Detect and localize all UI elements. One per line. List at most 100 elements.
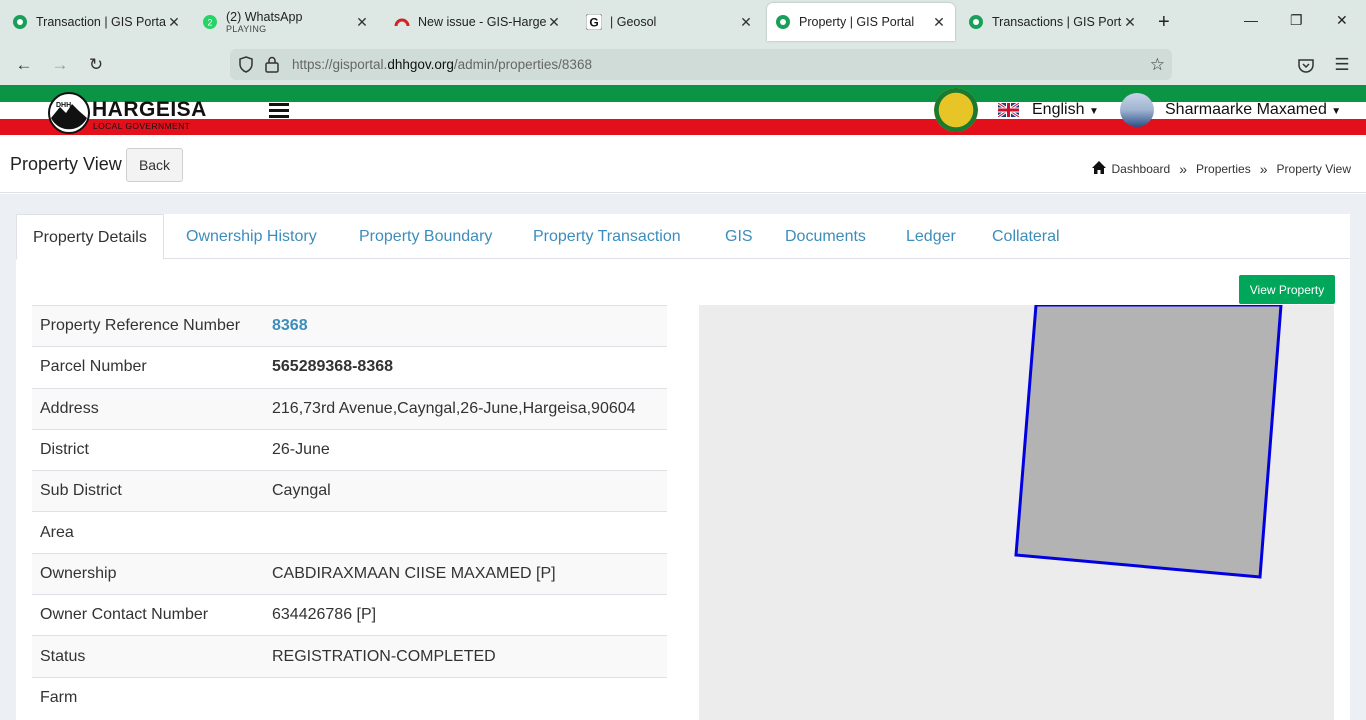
tab-subtitle: PLAYING [226,24,267,34]
row-value: 8368 [264,306,667,347]
whatsapp-icon: 2 [202,14,218,30]
property-details-table: Property Reference Number 8368 Parcel Num… [32,305,667,718]
user-name: Sharmaarke Maxamed [1165,101,1327,118]
row-label: Status [40,647,86,665]
minimize-icon[interactable]: — [1244,12,1258,28]
caret-down-icon: ▼ [1088,106,1099,117]
row-value [264,677,667,718]
row-label: Area [40,523,74,541]
gitlab-icon [394,14,410,30]
url-text[interactable]: https://gisportal.dhhgov.org/admin/prope… [292,57,592,72]
browser-tab-whatsapp[interactable]: 2 (2) WhatsApp PLAYING ✕ [194,4,378,40]
back-arrow-icon[interactable]: ← [13,54,35,76]
language-label: English [1032,101,1085,118]
restore-icon[interactable]: ❐ [1290,12,1303,29]
tab-documents[interactable]: Documents [769,214,882,259]
breadcrumb-separator: » [1259,161,1268,177]
uk-flag-icon[interactable] [997,101,1020,119]
breadcrumb-properties[interactable]: Properties [1196,162,1251,176]
browser-tab-geosol[interactable]: G | Geosol ✕ [578,4,762,40]
table-row: Parcel Number 565289368-8368 [32,346,667,388]
logo-mark[interactable]: DHH [48,92,92,139]
browser-tab-transaction[interactable]: Transaction | GIS Portal ✕ [4,4,190,40]
new-tab-icon[interactable]: + [1158,12,1170,32]
property-card: Property Details Ownership History Prope… [16,214,1350,720]
shield-icon[interactable] [238,56,254,78]
address-bar[interactable]: https://gisportal.dhhgov.org/admin/prope… [230,49,1172,80]
parcel-map-canvas[interactable] [699,305,1334,720]
table-row: Sub District Cayngal [32,470,667,512]
property-reference-link[interactable]: 8368 [272,317,308,334]
close-icon[interactable]: ✕ [546,14,562,31]
close-icon[interactable]: ✕ [166,14,182,31]
row-label: District [40,441,89,459]
table-row: Ownership CABDIRAXMAAN CIISE MAXAMED [P] [32,553,667,595]
tab-title: | Geosol [610,15,657,29]
menu-icon[interactable]: ☰ [1331,54,1353,76]
avatar[interactable] [1120,93,1154,127]
breadcrumb-dashboard[interactable]: Dashboard [1112,162,1171,176]
row-label: Farm [40,689,78,707]
table-row: Farm [32,677,667,718]
tab-title: Transaction | GIS Portal [36,15,166,29]
tab-property-details[interactable]: Property Details [16,214,164,260]
logo-text[interactable]: HARGEISA [92,99,207,120]
close-window-icon[interactable]: ✕ [1336,12,1348,29]
table-row: Address 216,73rd Avenue,Cayngal,26-June,H… [32,388,667,430]
header-stripe-red [0,119,1366,135]
row-value: Cayngal [272,482,331,500]
row-value: 565289368-8368 [272,358,394,376]
tab-property-transaction[interactable]: Property Transaction [517,214,697,259]
tab-ownership-history[interactable]: Ownership History [170,214,333,259]
row-value: 26-June [272,441,330,459]
tab-property-boundary[interactable]: Property Boundary [343,214,508,259]
forward-arrow-icon[interactable]: → [49,54,71,76]
tab-title: (2) WhatsApp [226,10,303,24]
government-emblem-icon [934,88,978,132]
row-label: Address [40,399,99,417]
lock-icon[interactable] [265,56,279,78]
browser-nav-bar: ← → ↻ https://gisportal.dhhgov.org/admin… [0,44,1366,85]
close-icon[interactable]: ✕ [354,14,370,31]
table-row: Property Reference Number 8368 [32,305,667,347]
caret-down-icon: ▼ [1331,106,1342,117]
browser-tab-property[interactable]: Property | GIS Portal ✕ [767,3,955,41]
gis-portal-icon [968,14,984,30]
tab-collateral[interactable]: Collateral [976,214,1076,259]
row-value: REGISTRATION-COMPLETED [272,647,496,665]
row-value [264,512,667,553]
back-button[interactable]: Back [126,148,183,182]
google-icon: G [586,14,602,30]
bookmark-star-icon[interactable]: ☆ [1150,55,1165,75]
close-icon[interactable]: ✕ [931,14,947,31]
table-row: Area [32,511,667,553]
tab-title: New issue - GIS-Hargesia [418,15,546,29]
gis-portal-icon [12,14,28,30]
home-icon [1091,161,1106,177]
parcel-map[interactable] [699,305,1334,720]
sidebar-toggle-icon[interactable] [269,103,289,121]
table-row: Status REGISTRATION-COMPLETED [32,635,667,678]
gis-portal-icon [775,14,791,30]
tab-title: Transactions | GIS Portal [992,15,1122,29]
url-prefix: https://gisportal. [292,57,388,72]
pocket-icon[interactable] [1295,54,1317,76]
reload-icon[interactable]: ↻ [85,54,107,76]
table-row: District 26-June [32,429,667,470]
content-header: Property View Back Dashboard » Propertie… [0,137,1366,193]
language-dropdown[interactable]: English ▼ [1032,101,1099,119]
url-path: /admin/properties/8368 [453,57,592,72]
row-label: Property Reference Number [40,317,241,335]
browser-tab-new-issue[interactable]: New issue - GIS-Hargesia ✕ [386,4,570,40]
parcel-polygon[interactable] [1014,305,1283,579]
breadcrumb-separator: » [1179,161,1188,177]
tab-gis[interactable]: GIS [709,214,769,259]
close-icon[interactable]: ✕ [738,14,754,31]
view-property-button[interactable]: View Property [1239,275,1335,304]
row-label: Ownership [40,564,117,582]
user-dropdown[interactable]: Sharmaarke Maxamed ▼ [1165,101,1341,119]
tab-ledger[interactable]: Ledger [890,214,972,259]
close-icon[interactable]: ✕ [1122,14,1138,31]
table-row: Owner Contact Number 634426786 [P] [32,594,667,636]
browser-tab-transactions[interactable]: Transactions | GIS Portal ✕ [960,4,1146,40]
